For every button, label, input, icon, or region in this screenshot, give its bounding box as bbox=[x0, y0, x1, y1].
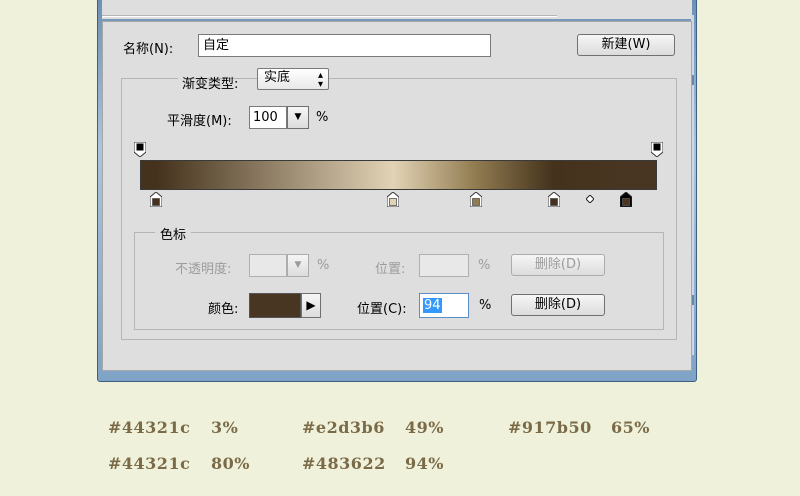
dialog-frame: 名称(N): 自定 新建(W) 渐变类型: 实底 ▴ ▾ 平滑度(M): 100 … bbox=[97, 0, 697, 382]
midpoint-diamond-icon[interactable] bbox=[585, 192, 595, 204]
legend-percent: 49% bbox=[405, 418, 444, 437]
opacity-stop-marker[interactable] bbox=[133, 141, 147, 158]
legend-percent: 80% bbox=[211, 454, 250, 473]
color-stop-marker[interactable] bbox=[547, 191, 561, 208]
color-swatch[interactable] bbox=[249, 293, 301, 318]
legend-percent: 94% bbox=[405, 454, 444, 473]
name-input[interactable]: 自定 bbox=[198, 34, 491, 57]
gradient-preview-bar[interactable] bbox=[140, 160, 657, 190]
legend-hex: #483622 bbox=[302, 454, 386, 473]
smoothness-unit: % bbox=[316, 110, 329, 125]
color-stop-marker[interactable] bbox=[149, 191, 162, 208]
gradient-type-label: 渐变类型: bbox=[182, 77, 239, 92]
gradient-editor-panel: 名称(N): 自定 新建(W) 渐变类型: 实底 ▴ ▾ 平滑度(M): 100 … bbox=[102, 21, 692, 371]
location-unit-disabled: % bbox=[478, 258, 491, 273]
smoothness-dropdown-button[interactable]: ▼ bbox=[287, 106, 309, 129]
color-stop-marker[interactable] bbox=[469, 191, 483, 208]
legend-hex: #e2d3b6 bbox=[302, 418, 385, 437]
new-button[interactable]: 新建(W) bbox=[577, 34, 675, 56]
delete-color-stop-button[interactable]: 删除(D) bbox=[511, 294, 605, 316]
gradient-type-title-area: 渐变类型: bbox=[178, 68, 238, 92]
smoothness-label: 平滑度(M): bbox=[167, 114, 232, 129]
location-input[interactable]: 94 bbox=[419, 293, 469, 318]
legend-hex: #917b50 bbox=[508, 418, 592, 437]
gradient-type-value: 实底 bbox=[264, 70, 291, 85]
updown-arrows-icon: ▴ ▾ bbox=[317, 70, 323, 90]
color-stops-title: 色标 bbox=[155, 224, 192, 243]
legend-percent: 65% bbox=[611, 418, 650, 437]
color-stop-marker[interactable] bbox=[619, 191, 633, 208]
legend-hex: #44321c bbox=[108, 418, 191, 437]
divider bbox=[102, 15, 557, 17]
legend-hex: #44321c bbox=[108, 454, 191, 473]
opacity-dropdown-button: ▼ bbox=[287, 254, 309, 277]
delete-opacity-stop-button: 删除(D) bbox=[511, 254, 605, 276]
location-label-disabled: 位置: bbox=[375, 262, 406, 277]
opacity-input bbox=[249, 254, 287, 277]
location-value-selected: 94 bbox=[423, 298, 442, 313]
smoothness-input[interactable]: 100 bbox=[249, 106, 287, 129]
triangle-right-icon: ▶ bbox=[306, 298, 316, 312]
opacity-unit: % bbox=[317, 258, 330, 273]
color-stop-marker[interactable] bbox=[386, 191, 400, 208]
opacity-label: 不透明度: bbox=[175, 262, 232, 277]
chevron-down-icon: ▼ bbox=[294, 260, 302, 270]
legend-percent: 3% bbox=[211, 418, 239, 437]
location-label: 位置(C): bbox=[357, 302, 407, 317]
dialog-top-strip bbox=[102, 0, 692, 19]
gradient-type-select[interactable]: 实底 ▴ ▾ bbox=[257, 68, 329, 90]
location-unit: % bbox=[479, 298, 492, 313]
color-label: 颜色: bbox=[208, 302, 239, 317]
chevron-down-icon: ▼ bbox=[294, 112, 302, 122]
location-input-disabled bbox=[419, 254, 469, 277]
opacity-stop-marker[interactable] bbox=[650, 141, 664, 158]
name-label: 名称(N): bbox=[123, 42, 174, 57]
color-menu-button[interactable]: ▶ bbox=[301, 293, 321, 318]
